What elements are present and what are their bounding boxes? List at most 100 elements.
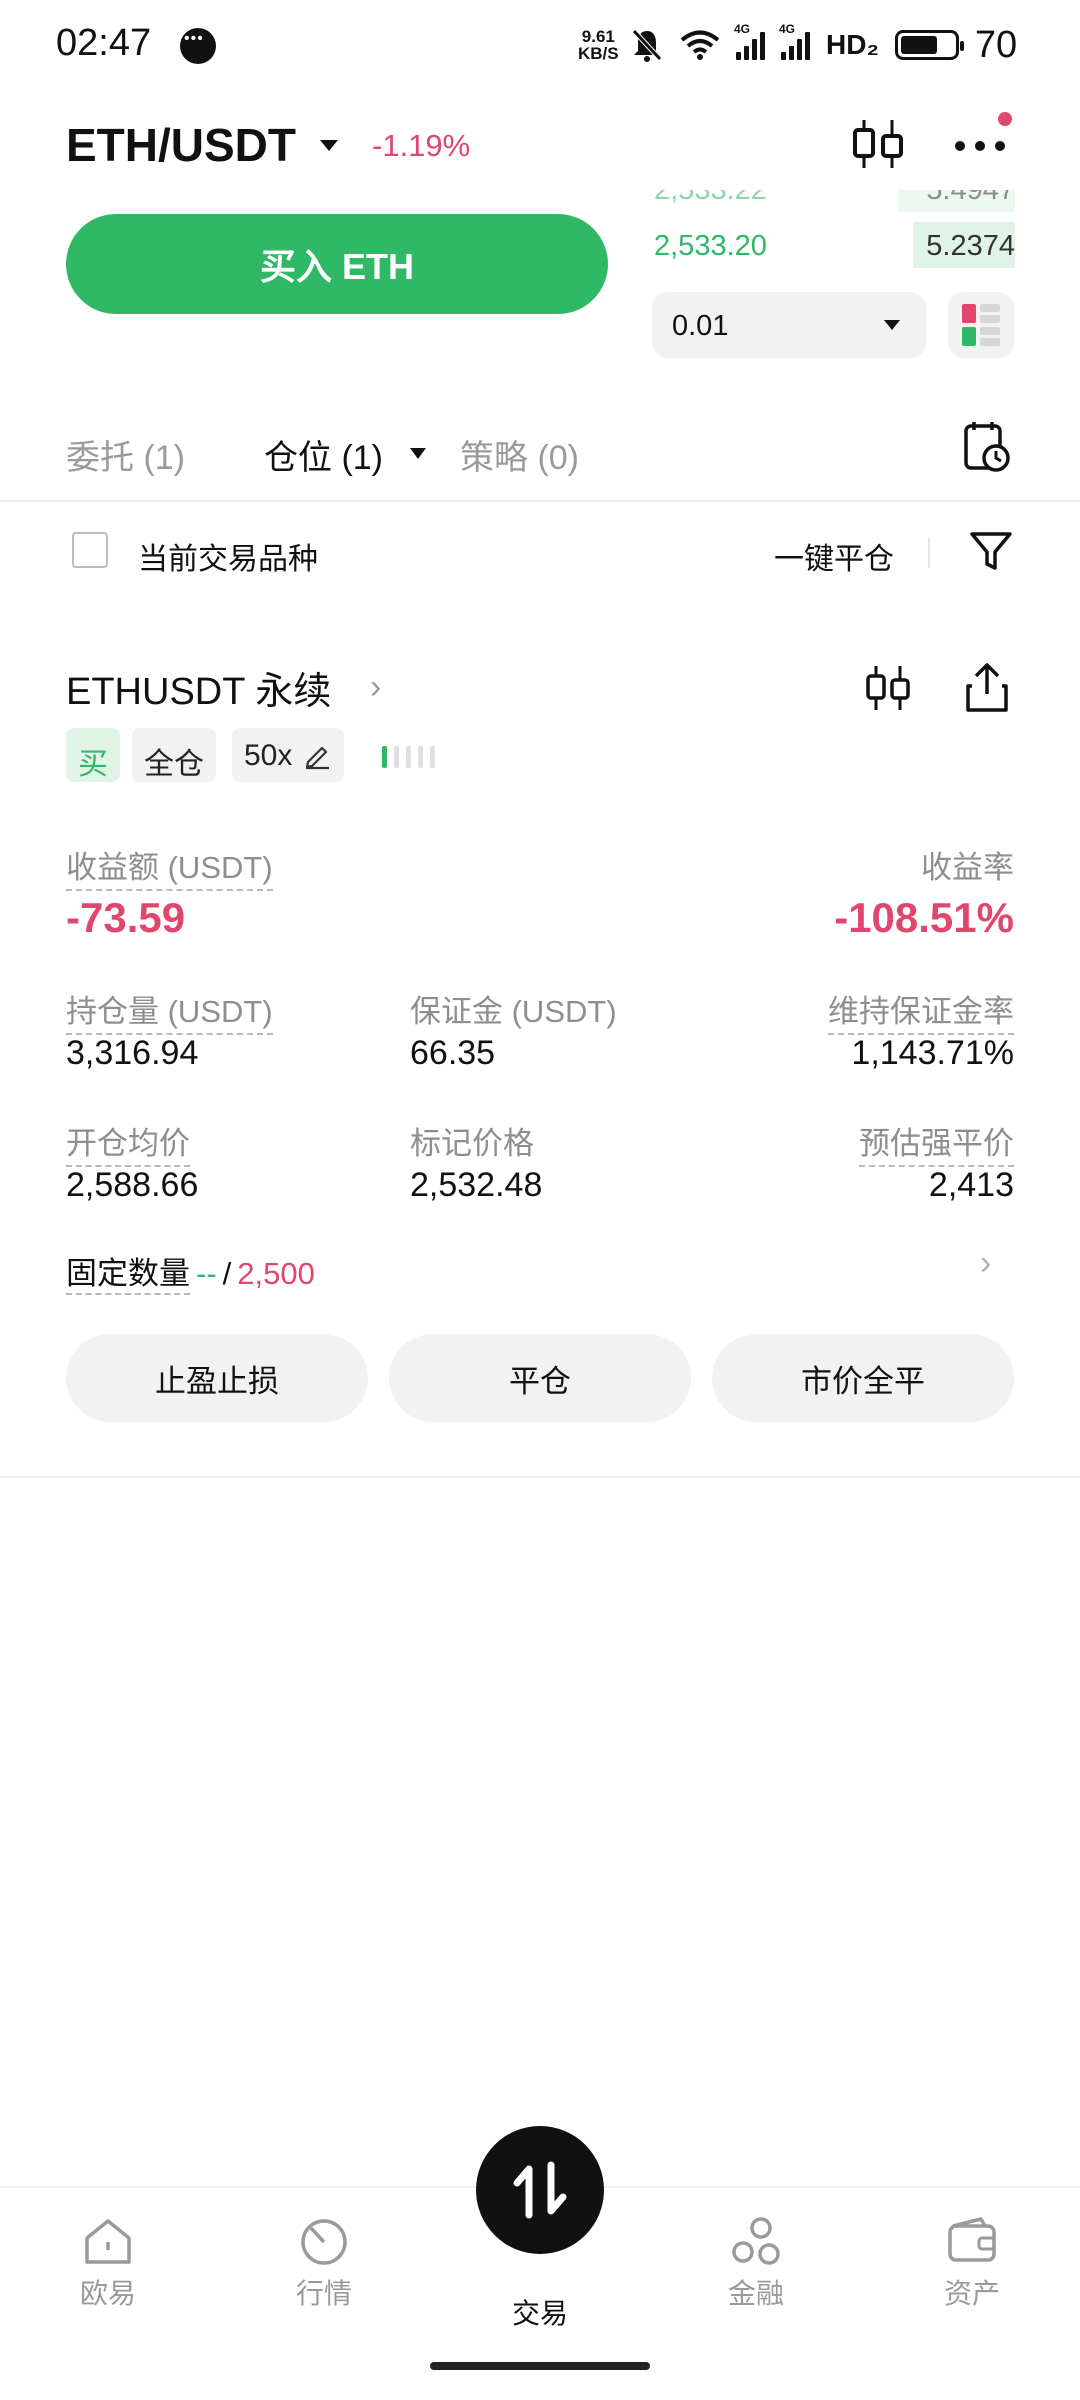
risk-level-bar [406,746,411,768]
signal-4g-label-2: 4G [779,22,796,36]
fixed-quantity-label: 固定数量 [66,1256,190,1295]
markets-gauge-icon [301,2219,347,2265]
hd-voice-indicator: HD₂ [826,29,879,60]
battery-level: 70 [974,23,1018,66]
position-size-value: 3,316.94 [66,1034,199,1072]
battery-icon [894,30,964,60]
share-icon[interactable] [962,660,1012,716]
wifi-icon [680,30,720,60]
orderbook-qty-1: 5.4947 [926,190,1015,206]
position-title[interactable]: ETHUSDT 永续 [66,660,331,715]
current-symbol-checkbox[interactable] [72,532,108,568]
filter-row: 当前交易品种 一键平仓 [0,510,1080,592]
fixed-quantity-value: -- [196,1256,217,1291]
filter-icon[interactable] [968,528,1014,574]
entry-price-value: 2,588.66 [66,1166,199,1204]
more-options-icon[interactable] [950,120,1010,170]
card-divider [0,1476,1080,1478]
mark-price-value: 2,532.48 [410,1166,543,1204]
nav-finance-label: 金融 [727,2278,784,2309]
pair-selector[interactable]: ETH/USDT [66,118,296,172]
trade-fab-button[interactable] [476,2126,604,2254]
signal-4g-label-1: 4G [734,22,751,36]
fixed-quantity-separator: / [222,1256,232,1291]
nav-trade[interactable]: 交易 [470,2286,610,2332]
margin-mode-badge: 全仓 [132,728,216,782]
network-speed: 9.61 KB/S [578,28,619,62]
leverage-value: 50x [244,739,293,772]
finance-icon [732,2217,780,2265]
risk-level-meter [382,746,435,768]
orderbook-price-2: 2,533.20 [654,230,767,262]
positions-dropdown-caret-icon[interactable] [410,448,426,459]
signal-4g-icon-1: 4G [734,22,765,60]
edit-pencil-icon[interactable] [302,740,332,770]
position-tabs: 委托 (1) 仓位 (1) 策略 (0) [0,420,1080,502]
nav-finance[interactable]: 金融 [686,2216,826,2312]
notification-dot [998,112,1012,126]
roi-value: -108.51% [834,894,1014,941]
tab-orders[interactable]: 委托 (1) [66,430,185,479]
orderbook-qty-2: 5.2374 [926,230,1015,262]
risk-level-bar [418,746,423,768]
nav-markets-label: 行情 [295,2278,352,2309]
tab-strategies[interactable]: 策略 (0) [460,430,579,479]
close-position-button[interactable]: 平仓 [389,1334,691,1422]
pnl-label[interactable]: 收益额 (USDT) [66,842,273,891]
tab-positions[interactable]: 仓位 (1) [264,430,383,479]
orderbook-layout-icon [962,304,1000,346]
nav-assets[interactable]: 资产 [902,2216,1042,2312]
home-icon [85,2219,131,2264]
signal-4g-icon-2: 4G [779,22,810,60]
candlestick-chart-icon[interactable] [850,114,906,174]
position-candlestick-icon[interactable] [864,660,912,716]
price-change: -1.19% [372,128,471,163]
fixed-quantity-row[interactable]: 固定数量 --/2,500 [66,1248,315,1295]
margin-value: 66.35 [410,1034,496,1072]
network-speed-unit: KB/S [578,44,619,63]
filter-divider [928,538,930,568]
status-time: 02:47 [56,22,152,64]
nav-markets[interactable]: 行情 [254,2216,394,2312]
entry-price-label[interactable]: 开仓均价 [66,1118,190,1167]
pair-dropdown-caret-icon[interactable] [320,140,338,151]
maintenance-margin-value: 1,143.71% [851,1034,1014,1072]
fixed-quantity-chevron-right-icon[interactable]: › [980,1244,991,1283]
pnl-value: -73.59 [66,894,186,941]
close-all-button[interactable]: 一键平仓 [774,534,894,578]
system-home-indicator[interactable] [430,2362,650,2370]
tp-sl-button[interactable]: 止盈止损 [66,1334,368,1422]
liquidation-price-label[interactable]: 预估强平价 [859,1118,1014,1167]
maintenance-margin-label[interactable]: 维持保证金率 [828,986,1014,1035]
status-bar: 02:47 9.61 KB/S 4G 4G HD₂ 70 [0,0,1080,90]
buy-eth-button[interactable]: 买入 ETH [66,214,608,314]
trade-swap-arrows-icon [513,2161,567,2219]
nav-trade-label: 交易 [511,2298,568,2329]
current-symbol-label[interactable]: 当前交易品种 [138,534,318,578]
quantity-select[interactable]: 0.01 [652,292,926,358]
wallet-icon [948,2217,996,2262]
fixed-quantity-total: 2,500 [237,1256,315,1291]
nav-home-label: 欧易 [79,2278,136,2309]
orderbook-row-2[interactable]: 2,533.20 5.2374 [650,222,1015,268]
margin-label: 保证金 (USDT) [410,994,617,1029]
market-close-all-button[interactable]: 市价全平 [712,1334,1014,1422]
position-size-label[interactable]: 持仓量 (USDT) [66,986,273,1035]
position-chevron-right-icon[interactable]: › [370,668,381,707]
side-badge: 买 [66,728,120,782]
battery-fill [900,36,938,54]
orderbook-layout-button[interactable] [948,292,1014,358]
roi-label: 收益率 [921,850,1014,885]
nav-assets-label: 资产 [943,2278,1000,2309]
risk-level-bar [394,746,399,768]
orderbook-row-1[interactable]: 2,533.22 5.4947 [650,190,1015,212]
status-icons: 4G 4G HD₂ 70 [630,20,1017,70]
nav-home[interactable]: 欧易 [38,2216,178,2312]
mute-bell-icon [632,29,662,62]
risk-level-bar [382,746,387,768]
order-history-icon[interactable] [962,420,1012,474]
leverage-chip[interactable]: 50x [232,728,345,782]
risk-level-bar [430,746,435,768]
mark-price-label: 标记价格 [410,1126,534,1161]
orderbook-price-1: 2,533.22 [654,190,767,206]
